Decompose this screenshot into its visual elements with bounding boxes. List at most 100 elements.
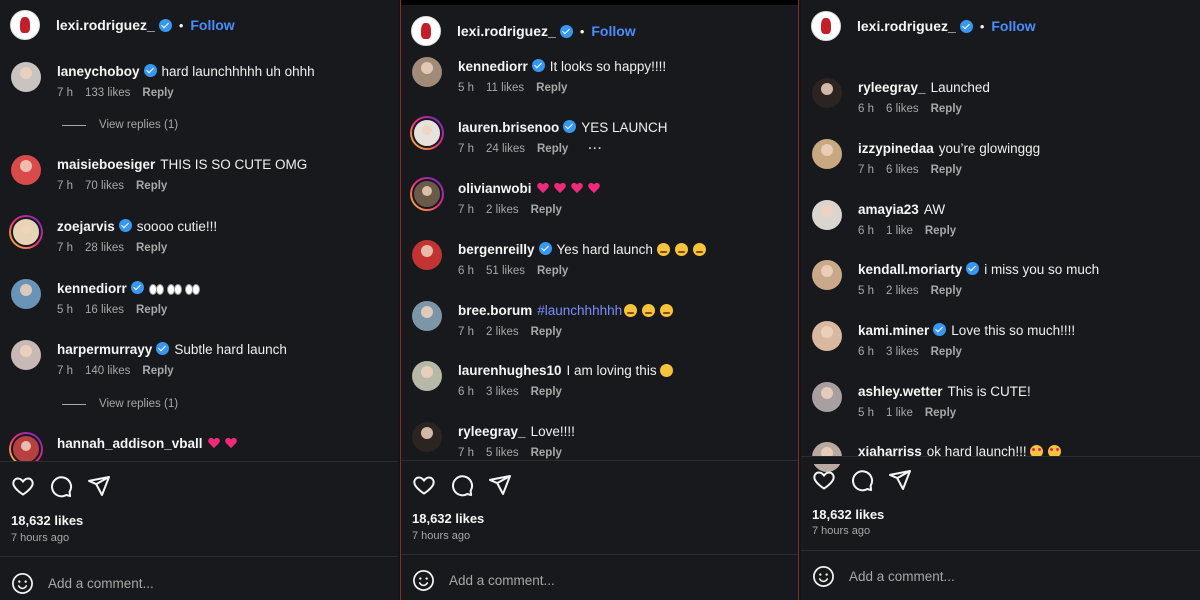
share-send-icon[interactable] [888, 468, 912, 492]
avatar[interactable] [11, 279, 41, 309]
comment-likes[interactable]: 6 likes [886, 103, 919, 115]
avatar[interactable] [812, 78, 842, 108]
comment-bubble-icon[interactable] [450, 473, 474, 497]
comment-likes[interactable]: 28 likes [85, 242, 124, 254]
comment-likes[interactable]: 11 likes [486, 82, 524, 94]
comment-username[interactable]: ryleegray_ [458, 424, 526, 439]
avatar[interactable] [811, 11, 841, 41]
reply-button[interactable]: Reply [931, 346, 962, 358]
post-username[interactable]: lexi.rodriguez_ [857, 18, 956, 34]
reply-button[interactable]: Reply [931, 103, 962, 115]
comment-likes[interactable]: 2 likes [486, 204, 519, 216]
emoji-picker-icon[interactable] [812, 565, 835, 588]
avatar[interactable] [412, 179, 442, 209]
comment-likes[interactable]: 3 likes [486, 386, 519, 398]
comment-username[interactable]: zoejarvis [57, 219, 115, 234]
add-comment-input[interactable] [48, 576, 348, 591]
reply-button[interactable]: Reply [537, 143, 568, 155]
reply-button[interactable]: Reply [531, 386, 562, 398]
follow-button[interactable]: Follow [991, 18, 1035, 34]
avatar[interactable] [11, 62, 41, 92]
avatar[interactable] [11, 217, 41, 247]
comment-likes[interactable]: 6 likes [886, 164, 919, 176]
follow-button[interactable]: Follow [190, 17, 234, 33]
emoji-picker-icon[interactable] [412, 569, 435, 592]
comment-username[interactable]: izzypinedaa [858, 141, 934, 156]
avatar[interactable] [812, 139, 842, 169]
add-comment-input[interactable] [449, 573, 749, 588]
follow-button[interactable]: Follow [591, 23, 635, 39]
comment-username[interactable]: laneychoboy [57, 64, 140, 79]
likes-count[interactable]: 18,632 likes [11, 513, 83, 528]
reply-button[interactable]: Reply [537, 265, 568, 277]
reply-button[interactable]: Reply [536, 82, 567, 94]
comment-likes[interactable]: 1 like [886, 225, 913, 237]
comment-username[interactable]: bergenreilly [458, 242, 535, 257]
comment-username[interactable]: ashley.wetter [858, 384, 943, 399]
comment-username[interactable]: maisieboesiger [57, 157, 155, 172]
reply-button[interactable]: Reply [136, 242, 167, 254]
comment-likes[interactable]: 51 likes [486, 265, 525, 277]
comment-likes[interactable]: 16 likes [85, 304, 124, 316]
likes-count[interactable]: 18,632 likes [812, 507, 884, 522]
avatar[interactable] [812, 382, 842, 412]
comment-likes[interactable]: 70 likes [85, 180, 124, 192]
comment-username[interactable]: lauren.brisenoo [458, 120, 559, 135]
reply-button[interactable]: Reply [531, 204, 562, 216]
avatar[interactable] [412, 361, 442, 391]
comment-bubble-icon[interactable] [49, 474, 73, 498]
avatar[interactable] [11, 155, 41, 185]
avatar[interactable] [11, 340, 41, 370]
comment-username[interactable]: hannah_addison_vball [57, 436, 203, 451]
reply-button[interactable]: Reply [925, 407, 956, 419]
comment-username[interactable]: kennediorr [458, 59, 528, 74]
avatar[interactable] [812, 260, 842, 290]
comment-likes[interactable]: 24 likes [486, 143, 525, 155]
comment-username[interactable]: kendall.moriarty [858, 262, 962, 277]
likes-count[interactable]: 18,632 likes [412, 511, 484, 526]
avatar[interactable] [10, 10, 40, 40]
share-send-icon[interactable] [488, 473, 512, 497]
reply-button[interactable]: Reply [925, 225, 956, 237]
comment-username[interactable]: harpermurrayy [57, 342, 152, 357]
reply-button[interactable]: Reply [531, 447, 562, 459]
post-username[interactable]: lexi.rodriguez_ [457, 23, 556, 39]
avatar[interactable] [812, 200, 842, 230]
comment-likes[interactable]: 5 likes [486, 447, 519, 459]
comment-username[interactable]: bree.borum [458, 303, 532, 318]
comment-bubble-icon[interactable] [850, 468, 874, 492]
comment-username[interactable]: amayia23 [858, 202, 919, 217]
avatar[interactable] [812, 321, 842, 351]
comment-likes[interactable]: 2 likes [886, 285, 919, 297]
comment-likes[interactable]: 140 likes [85, 365, 130, 377]
comment-username[interactable]: laurenhughes10 [458, 363, 562, 378]
reply-button[interactable]: Reply [531, 326, 562, 338]
comment-username[interactable]: olivianwobi [458, 181, 532, 196]
comment-username[interactable]: kennediorr [57, 281, 127, 296]
like-heart-icon[interactable] [812, 468, 836, 492]
view-replies-button[interactable]: View replies (1) [62, 398, 178, 410]
comment-likes[interactable]: 1 like [886, 407, 913, 419]
reply-button[interactable]: Reply [136, 304, 167, 316]
reply-button[interactable]: Reply [931, 285, 962, 297]
reply-button[interactable]: Reply [142, 87, 173, 99]
avatar[interactable] [412, 57, 442, 87]
comment-likes[interactable]: 2 likes [486, 326, 519, 338]
avatar[interactable] [412, 118, 442, 148]
like-heart-icon[interactable] [11, 474, 35, 498]
post-username[interactable]: lexi.rodriguez_ [56, 17, 155, 33]
avatar[interactable] [11, 434, 41, 464]
add-comment-input[interactable] [849, 569, 1149, 584]
avatar[interactable] [412, 240, 442, 270]
reply-button[interactable]: Reply [142, 365, 173, 377]
more-options-icon[interactable]: ··· [588, 143, 603, 155]
share-send-icon[interactable] [87, 474, 111, 498]
hashtag-link[interactable]: #launchhhhhh [537, 303, 622, 318]
avatar[interactable] [412, 301, 442, 331]
comment-likes[interactable]: 133 likes [85, 87, 130, 99]
emoji-picker-icon[interactable] [11, 572, 34, 595]
avatar[interactable] [411, 16, 441, 46]
comment-username[interactable]: ryleegray_ [858, 80, 926, 95]
reply-button[interactable]: Reply [136, 180, 167, 192]
view-replies-button[interactable]: View replies (1) [62, 119, 178, 131]
